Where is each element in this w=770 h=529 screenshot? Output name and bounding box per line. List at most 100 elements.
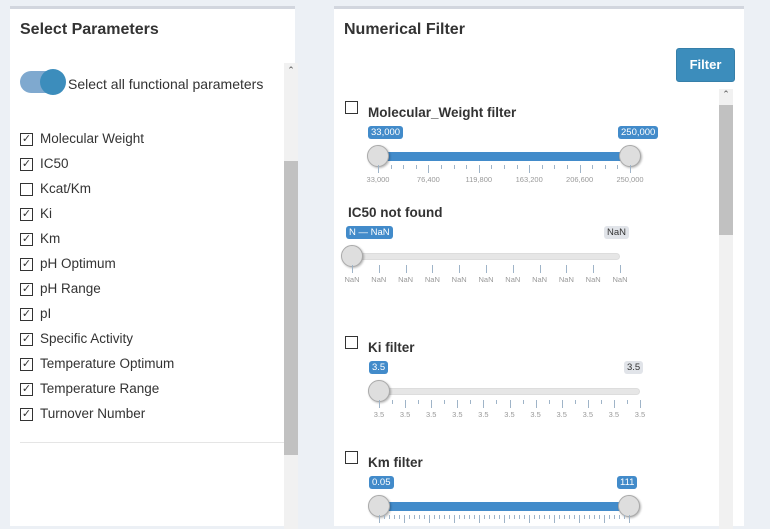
slider-from-label: N — NaN xyxy=(346,226,393,239)
slider-track[interactable] xyxy=(352,253,620,260)
param-checkbox[interactable] xyxy=(20,183,33,196)
slider-minor-tick xyxy=(624,515,625,519)
slider-tick-label: NaN xyxy=(451,275,467,284)
param-checkbox[interactable]: ✓ xyxy=(20,158,33,171)
slider-tick-label: 3.5 xyxy=(504,410,515,419)
toggle-label: Select all functional parameters xyxy=(68,76,264,92)
slider-tick-label: NaN xyxy=(344,275,360,284)
slider-major-tick xyxy=(620,265,621,273)
slider-minor-tick xyxy=(444,400,446,404)
slider-tick-label: NaN xyxy=(505,275,521,284)
param-checkbox[interactable]: ✓ xyxy=(20,283,33,296)
param-checkbox[interactable]: ✓ xyxy=(20,258,33,271)
slider-minor-tick xyxy=(434,515,435,519)
param-checkbox[interactable]: ✓ xyxy=(20,383,33,396)
slider-minor-tick xyxy=(489,515,490,519)
slider-major-tick xyxy=(539,265,541,273)
slider-major-tick xyxy=(378,165,379,173)
slider-handle-to[interactable] xyxy=(618,495,640,517)
param-checkbox[interactable]: ✓ xyxy=(20,308,33,321)
slider-tick-label: NaN xyxy=(398,275,414,284)
scroll-thumb[interactable] xyxy=(719,105,733,235)
slider-tick-label: 250,000 xyxy=(616,175,644,184)
slider-tick-label: 3.5 xyxy=(582,410,594,419)
slider-handle-to[interactable] xyxy=(619,145,641,167)
filter-title: Km filter xyxy=(368,455,423,470)
slider-track[interactable] xyxy=(379,388,640,395)
filter-title: IC50 not found xyxy=(348,205,443,220)
slider-major-tick xyxy=(431,400,433,408)
slider-handle-from[interactable] xyxy=(341,245,363,267)
slider-handle-from[interactable] xyxy=(368,380,390,402)
divider xyxy=(20,442,292,443)
slider-tick-label: 76,400 xyxy=(416,175,440,184)
slider-from-label: 0.05 xyxy=(369,476,394,489)
param-checkbox[interactable]: ✓ xyxy=(20,408,33,421)
slider-tick-label: 3.5 xyxy=(452,410,463,419)
slider-major-tick xyxy=(587,400,589,408)
slider-major-tick xyxy=(512,265,514,273)
slider-to-label: 111 xyxy=(617,476,638,489)
scroll-thumb[interactable] xyxy=(284,161,298,455)
slider-minor-tick xyxy=(567,165,568,169)
slider-minor-tick xyxy=(441,165,442,169)
scroll-up-icon[interactable]: ⌃ xyxy=(284,65,298,76)
slider-minor-tick xyxy=(444,515,445,519)
slider-tick-label: 3.5 xyxy=(399,410,411,419)
slider-minor-tick xyxy=(384,515,385,519)
filter-checkbox[interactable] xyxy=(345,101,358,114)
left-scrollbar[interactable]: ⌃ xyxy=(284,63,298,529)
slider-to-label: NaN xyxy=(604,226,630,239)
param-label: Temperature Range xyxy=(40,381,160,396)
toggle-knob[interactable] xyxy=(40,69,66,95)
slider-major-tick xyxy=(379,400,380,408)
slider-minor-tick xyxy=(499,515,500,519)
slider-major-tick xyxy=(478,165,480,173)
slider-major-tick xyxy=(613,400,615,408)
scroll-up-icon[interactable]: ⌃ xyxy=(719,89,733,100)
filter-checkbox[interactable] xyxy=(345,451,358,464)
slider-major-tick xyxy=(457,400,459,408)
slider-major-tick xyxy=(405,400,407,408)
param-checkbox[interactable]: ✓ xyxy=(20,233,33,246)
slider-major-tick xyxy=(483,400,485,408)
slider-minor-tick xyxy=(494,515,495,519)
slider-range-fill xyxy=(379,502,629,511)
param-label: Turnover Number xyxy=(40,406,146,421)
slider-tick-label: 3.5 xyxy=(373,410,385,419)
filter-checkbox[interactable] xyxy=(345,336,358,349)
slider-major-tick xyxy=(379,515,380,523)
slider-minor-tick xyxy=(504,165,505,169)
slider-minor-tick xyxy=(389,515,390,519)
select-parameters-panel: Select Parameters Select all functional … xyxy=(10,6,298,529)
select-all-toggle[interactable] xyxy=(20,69,66,95)
slider-tick-label: 3.5 xyxy=(634,410,646,419)
slider-minor-tick xyxy=(614,515,615,519)
slider-to-label: 3.5 xyxy=(624,361,644,374)
slider-handle-from[interactable] xyxy=(367,145,389,167)
slider-minor-tick xyxy=(594,515,595,519)
slider-minor-tick xyxy=(574,515,575,519)
slider-major-tick xyxy=(479,515,480,523)
slider-minor-tick xyxy=(496,400,498,404)
slider-minor-tick xyxy=(399,515,400,519)
param-checkbox[interactable]: ✓ xyxy=(20,358,33,371)
slider-tick-label: 3.5 xyxy=(530,410,541,419)
right-scrollbar[interactable]: ⌃ xyxy=(719,89,733,529)
filter-button[interactable]: Filter xyxy=(676,48,735,82)
slider-major-tick xyxy=(378,265,380,273)
slider-minor-tick xyxy=(470,400,472,404)
param-checkbox[interactable]: ✓ xyxy=(20,133,33,146)
param-checkbox[interactable]: ✓ xyxy=(20,333,33,346)
panel-title: Numerical Filter xyxy=(344,21,465,38)
slider-minor-tick xyxy=(548,400,550,404)
slider-major-tick xyxy=(432,265,434,273)
param-checkbox[interactable]: ✓ xyxy=(20,208,33,221)
slider-minor-tick xyxy=(415,165,417,169)
param-label: pH Range xyxy=(40,281,101,296)
slider-handle-from[interactable] xyxy=(368,495,390,517)
slider-minor-tick xyxy=(604,165,606,169)
slider-minor-tick xyxy=(466,165,468,169)
slider-major-tick xyxy=(593,265,595,273)
slider-tick-label: NaN xyxy=(478,275,494,284)
